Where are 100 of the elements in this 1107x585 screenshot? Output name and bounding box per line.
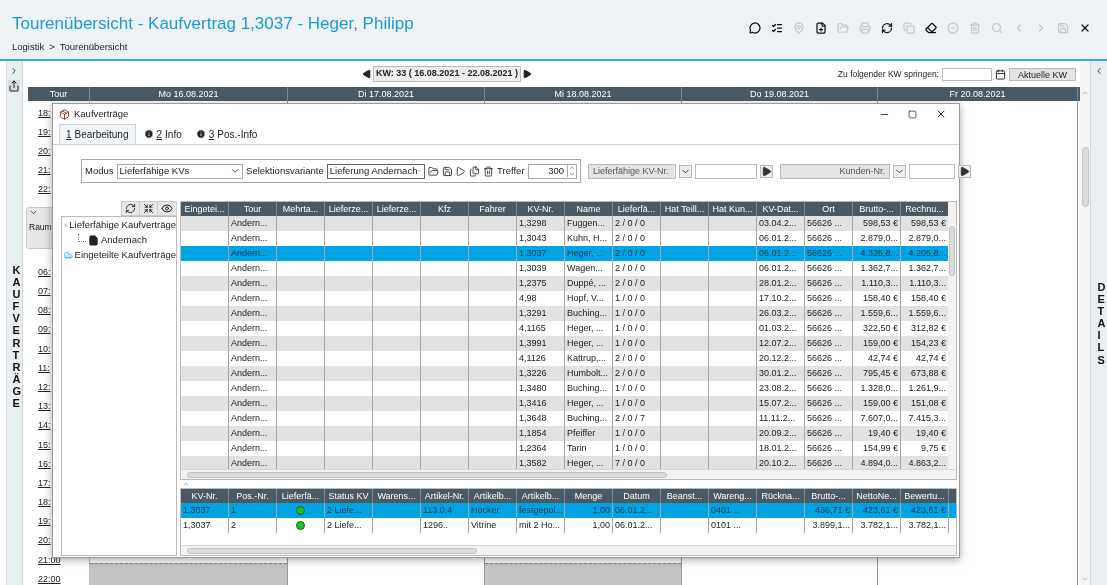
- table-cell-text: 1,3480: [518, 381, 548, 395]
- time-label: 18:: [38, 106, 51, 120]
- table-cell-text: Hopf, V...: [566, 291, 605, 305]
- table-cell-text: 423,61 €: [909, 503, 947, 517]
- table-cell-text: 3.899,1...: [811, 518, 851, 532]
- table-cell-text: 1.261,9...: [907, 381, 947, 395]
- table-row[interactable]: Andern... 1,3991 Heger, ... 1 / 0 / 0 12.07.2... 56626 ... 159,00 € 154,23 €: [181, 336, 948, 351]
- chevron-down-icon[interactable]: [29, 208, 38, 217]
- table-cell-text: Andern...: [230, 426, 269, 440]
- checklist-icon[interactable]: [771, 22, 783, 34]
- tab[interactable]: 1 Bearbeitung: [59, 124, 136, 144]
- table-cell-text: 4.205,8...: [907, 246, 947, 260]
- table-cell-text: 18.01.2...: [758, 441, 798, 455]
- dropdown-icon[interactable]: [893, 164, 906, 178]
- table-cell-text: 06.01.2...: [758, 261, 798, 275]
- table-row[interactable]: Andern... 1,3416 Heger, ... 1 / 0 / 0 15.07.2... 56626 ... 159,00 € 151,08 €: [181, 396, 948, 411]
- scrollbar-thumb[interactable]: [1081, 147, 1089, 207]
- search-type-button[interactable]: Lieferfähige KV-Nr.: [588, 163, 676, 179]
- close-icon[interactable]: [1079, 22, 1091, 34]
- table-row[interactable]: Andern... 1,1854 Pfeiffer 1 / 0 / 0 20.09.2... 56626 ... 19,40 € 19,40 €: [181, 426, 948, 441]
- table-cell-text: 154,23 €: [909, 336, 947, 350]
- chat-bubble-icon[interactable]: [749, 22, 761, 34]
- table-row[interactable]: Andern... 1,3291 Buching... 1 / 0 / 0 26.03.2... 56626 ... 1.559,6... 1.559,6...: [181, 306, 948, 321]
- trash-icon[interactable]: [483, 165, 495, 177]
- copy-icon[interactable]: [469, 165, 481, 177]
- table-cell-text: Fuggen...: [566, 216, 607, 230]
- table-cell-text: 03.04.2...: [758, 216, 798, 230]
- table-cell-text: 2 / 0 / 0: [614, 261, 647, 275]
- table-cell-text: 2 / 0 / 0: [614, 351, 647, 365]
- table-cell-text: Andern...: [230, 336, 269, 350]
- scrollbar-thumb[interactable]: [187, 471, 667, 478]
- breadcrumb-link[interactable]: Tourenübersicht: [59, 40, 128, 55]
- table-cell-text: 56626 ...: [806, 306, 844, 320]
- table-cell-text: 4,1126: [518, 351, 547, 365]
- table-row[interactable]: 1,3037 1 2 Liefe... 113.0.4 Hocker festgepol... 1,00 06.01.2... 0401 ... 436,71 € 423,61 € 423,61 €: [181, 503, 956, 518]
- table-row[interactable]: Andern... 1,2375 Duppé, ... 2 / 0 / 0 28.01.2... 56626 ... 1.110,3... 1.110,3...: [181, 276, 948, 291]
- table-cell-text: 1,3037: [518, 246, 548, 260]
- calendar-icon[interactable]: [994, 68, 1006, 80]
- table-cell-text: Andern...: [230, 366, 269, 380]
- maximize-icon[interactable]: [908, 109, 917, 119]
- breadcrumb-link[interactable]: Logistik: [12, 40, 45, 55]
- input-field[interactable]: [695, 163, 757, 179]
- table-cell-text: 56626 ...: [806, 351, 844, 365]
- time-label: 22:: [38, 182, 51, 196]
- hits-spinner[interactable]: 300: [527, 163, 577, 179]
- table-cell-text: 154,99 €: [861, 441, 899, 455]
- refresh-icon[interactable]: [881, 22, 893, 34]
- search-type-button[interactable]: Kunden-Nr.: [780, 163, 890, 179]
- open-folder-icon[interactable]: [427, 165, 439, 177]
- close-icon[interactable]: [935, 108, 947, 120]
- tree-item[interactable]: Andernach: [101, 233, 147, 248]
- table-cell-text: Kattrup,...: [566, 351, 608, 365]
- table-cell-text: Duppé, ...: [566, 276, 608, 290]
- table-cell-text: 2 / 0 / 0: [614, 246, 647, 260]
- play-icon[interactable]: [958, 164, 971, 178]
- previous-week-icon[interactable]: [362, 68, 372, 80]
- scrollbar-thumb[interactable]: [187, 547, 477, 554]
- info-icon: [143, 129, 154, 139]
- table-cell-text: 1,3039: [518, 261, 548, 275]
- table-cell-text: Buching...: [566, 306, 609, 320]
- table-cell-text: 158,40 €: [909, 291, 947, 305]
- table-row[interactable]: Andern... 1,3582 Heger, ... 7 / 0 / 0 20.10.2... 56626 ... 4.894,0... 4.863,2...: [181, 456, 948, 469]
- table-row[interactable]: Andern... 1,3298 Fuggen... 2 / 0 / 0 03.04.2... 56626 ... 598,53 € 598,53 €: [181, 216, 948, 231]
- tree-item[interactable]: Eingeteilte Kaufverträge: [74, 248, 176, 263]
- week-input[interactable]: [941, 67, 992, 81]
- table-cell-text: 56626 ...: [806, 276, 844, 290]
- table-cell-text: Andern...: [230, 396, 269, 410]
- current-week-button[interactable]: Aktuelle KW: [1008, 67, 1076, 81]
- tree-item[interactable]: Lieferfähige Kaufverträge: [69, 218, 176, 233]
- chevron-down-icon: [230, 166, 241, 176]
- play-icon[interactable]: [455, 165, 467, 177]
- table-row[interactable]: Andern... 1,3037 Heger, ... 2 / 0 / 0 06.01.2... 56626 ... 4.335,8... 4.205,8...: [181, 246, 948, 261]
- table-cell-text: Andern...: [230, 321, 269, 335]
- table-cell-text: Andern...: [230, 231, 269, 245]
- table-cell-text: 3.782,1...: [859, 518, 899, 532]
- column-header: Tour: [28, 87, 90, 101]
- variant-dropdown[interactable]: Lieferung Andernach: [326, 163, 425, 179]
- expand-icon[interactable]: [9, 66, 19, 76]
- table-cell-text: 1 / 0 / 0: [614, 291, 647, 305]
- table-row[interactable]: Andern... 1,3226 Humbolt... 2 / 0 / 0 30.01.2... 56626 ... 795,45 € 673,88 €: [181, 366, 948, 381]
- table-cell-text: 1,00: [591, 518, 611, 532]
- eraser-icon[interactable]: [925, 22, 937, 34]
- time-label: 18:: [38, 496, 51, 510]
- table-cell-text: Kuhn, H...: [566, 231, 609, 245]
- mode-dropdown[interactable]: Lieferfähige KVs: [116, 163, 244, 179]
- table-cell-text: 56626 ...: [806, 396, 844, 410]
- eye-icon[interactable]: [158, 202, 176, 215]
- dropdown-icon[interactable]: [679, 164, 692, 178]
- splitter-arrows-icon[interactable]: [182, 481, 190, 487]
- scrollbar-thumb[interactable]: [949, 226, 955, 276]
- save-icon[interactable]: [441, 165, 453, 177]
- table-cell-text: 9,75 €: [919, 441, 947, 455]
- table-cell-text: Heger, ...: [566, 336, 605, 350]
- input-field[interactable]: [909, 163, 955, 179]
- share-icon[interactable]: [8, 80, 20, 92]
- table-cell-text: Andern...: [230, 276, 269, 290]
- play-icon[interactable]: [760, 164, 773, 178]
- new-document-icon[interactable]: [815, 22, 827, 34]
- next-week-icon[interactable]: [521, 68, 532, 80]
- field-label: Treffer: [497, 163, 525, 178]
